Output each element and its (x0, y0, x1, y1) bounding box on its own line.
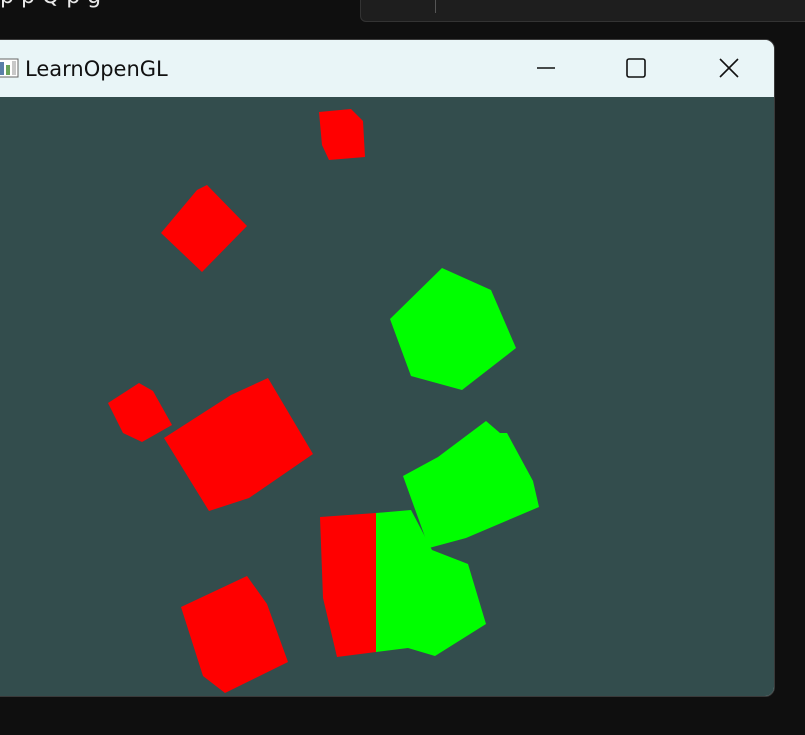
red-cube-1 (319, 109, 365, 160)
green-cube-2 (403, 421, 539, 548)
opengl-viewport[interactable] (0, 97, 774, 696)
app-icon (0, 58, 19, 78)
background-window: p p Q p g (0, 0, 805, 36)
red-cube-3 (108, 383, 172, 442)
close-button[interactable] (700, 48, 758, 88)
maximize-icon (626, 58, 646, 78)
background-window-title: p p Q p g (0, 0, 101, 9)
red-cube-6 (320, 513, 376, 657)
minimize-icon (537, 67, 555, 69)
green-cube-1 (390, 268, 516, 390)
minimize-button[interactable] (517, 48, 575, 88)
field-divider (435, 0, 436, 13)
app-window: LearnOpenGL (0, 39, 775, 697)
background-search-field[interactable] (360, 0, 805, 22)
title-bar[interactable]: LearnOpenGL (0, 40, 774, 97)
red-cube-5 (181, 576, 288, 693)
scene-canvas (108, 109, 539, 693)
red-cube-4 (164, 378, 313, 511)
maximize-button[interactable] (607, 48, 665, 88)
red-cube-2 (161, 185, 247, 272)
close-icon (719, 58, 739, 78)
window-title: LearnOpenGL (25, 57, 168, 81)
desktop: p p Q p g LearnOpenGL (0, 0, 805, 735)
